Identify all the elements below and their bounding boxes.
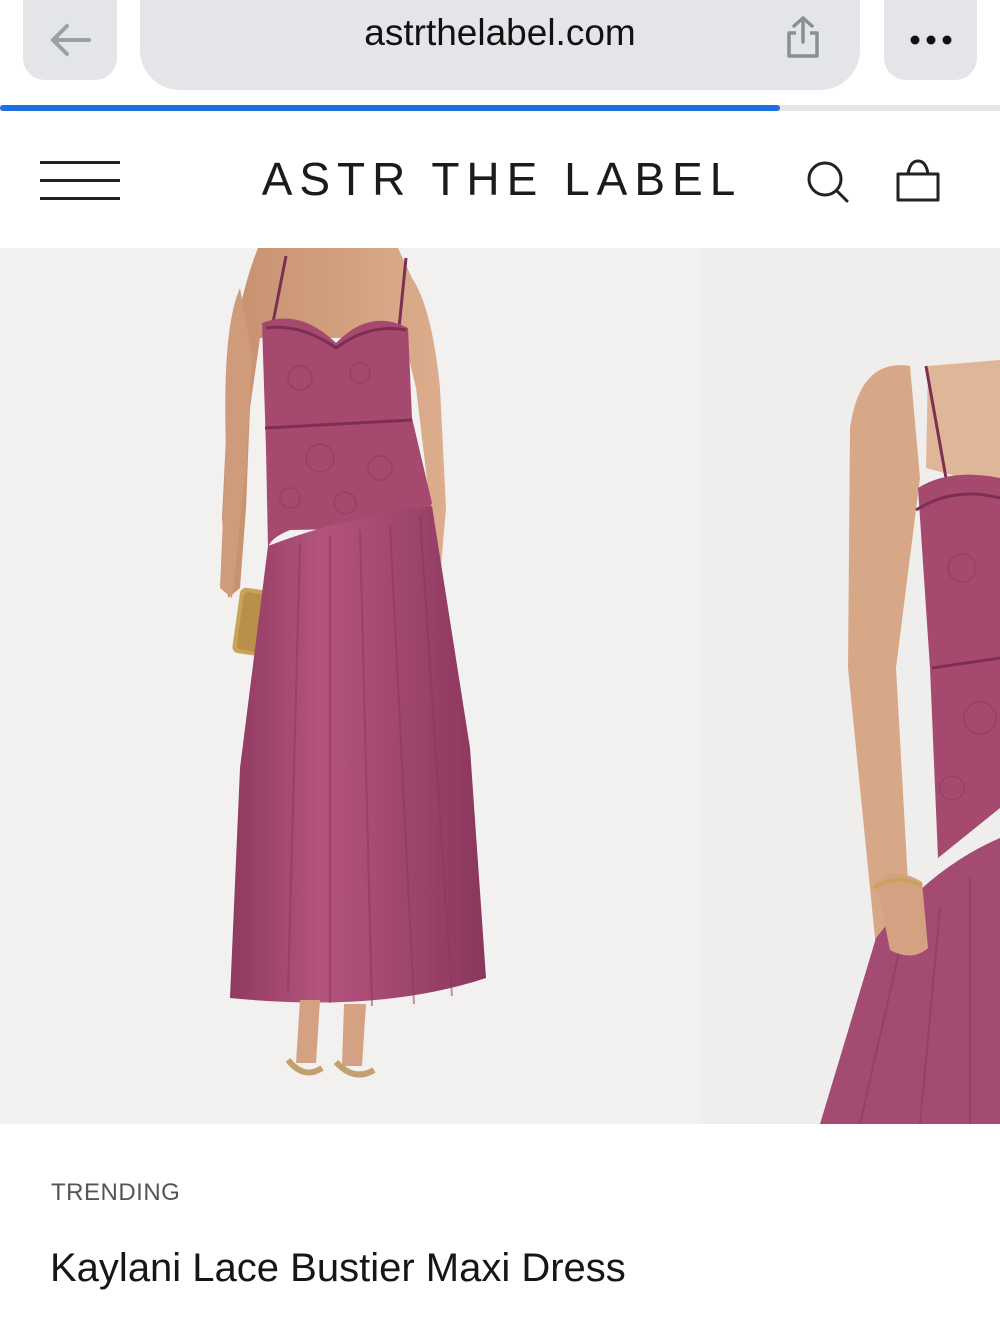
- browser-chrome: astrthelabel.com: [0, 0, 1000, 112]
- shopping-bag-icon[interactable]: [893, 156, 943, 206]
- product-info: TRENDING Kaylani Lace Bustier Maxi Dress: [0, 1124, 1000, 1333]
- product-image-front[interactable]: [0, 248, 700, 1124]
- more-button[interactable]: [884, 0, 977, 80]
- dress-photo-front: [220, 248, 486, 1078]
- url-text: astrthelabel.com: [364, 12, 636, 53]
- page-load-progress: [0, 105, 1000, 111]
- product-image-closeup[interactable]: [700, 248, 1000, 1124]
- back-button[interactable]: [23, 0, 117, 80]
- back-arrow-icon: [51, 24, 91, 56]
- page-load-progress-fill: [0, 105, 780, 111]
- dress-photo-closeup: [820, 360, 1000, 1124]
- product-title[interactable]: Kaylani Lace Bustier Maxi Dress: [50, 1246, 626, 1291]
- trending-badge: TRENDING: [51, 1179, 181, 1206]
- address-bar[interactable]: astrthelabel.com: [140, 0, 860, 90]
- product-image-gallery[interactable]: [0, 248, 1000, 1124]
- site-header: ASTR THE LABEL: [0, 112, 1000, 248]
- more-icon: [910, 35, 951, 45]
- search-icon[interactable]: [804, 158, 850, 204]
- share-icon[interactable]: [782, 14, 824, 60]
- brand-logo[interactable]: ASTR THE LABEL: [0, 152, 1000, 206]
